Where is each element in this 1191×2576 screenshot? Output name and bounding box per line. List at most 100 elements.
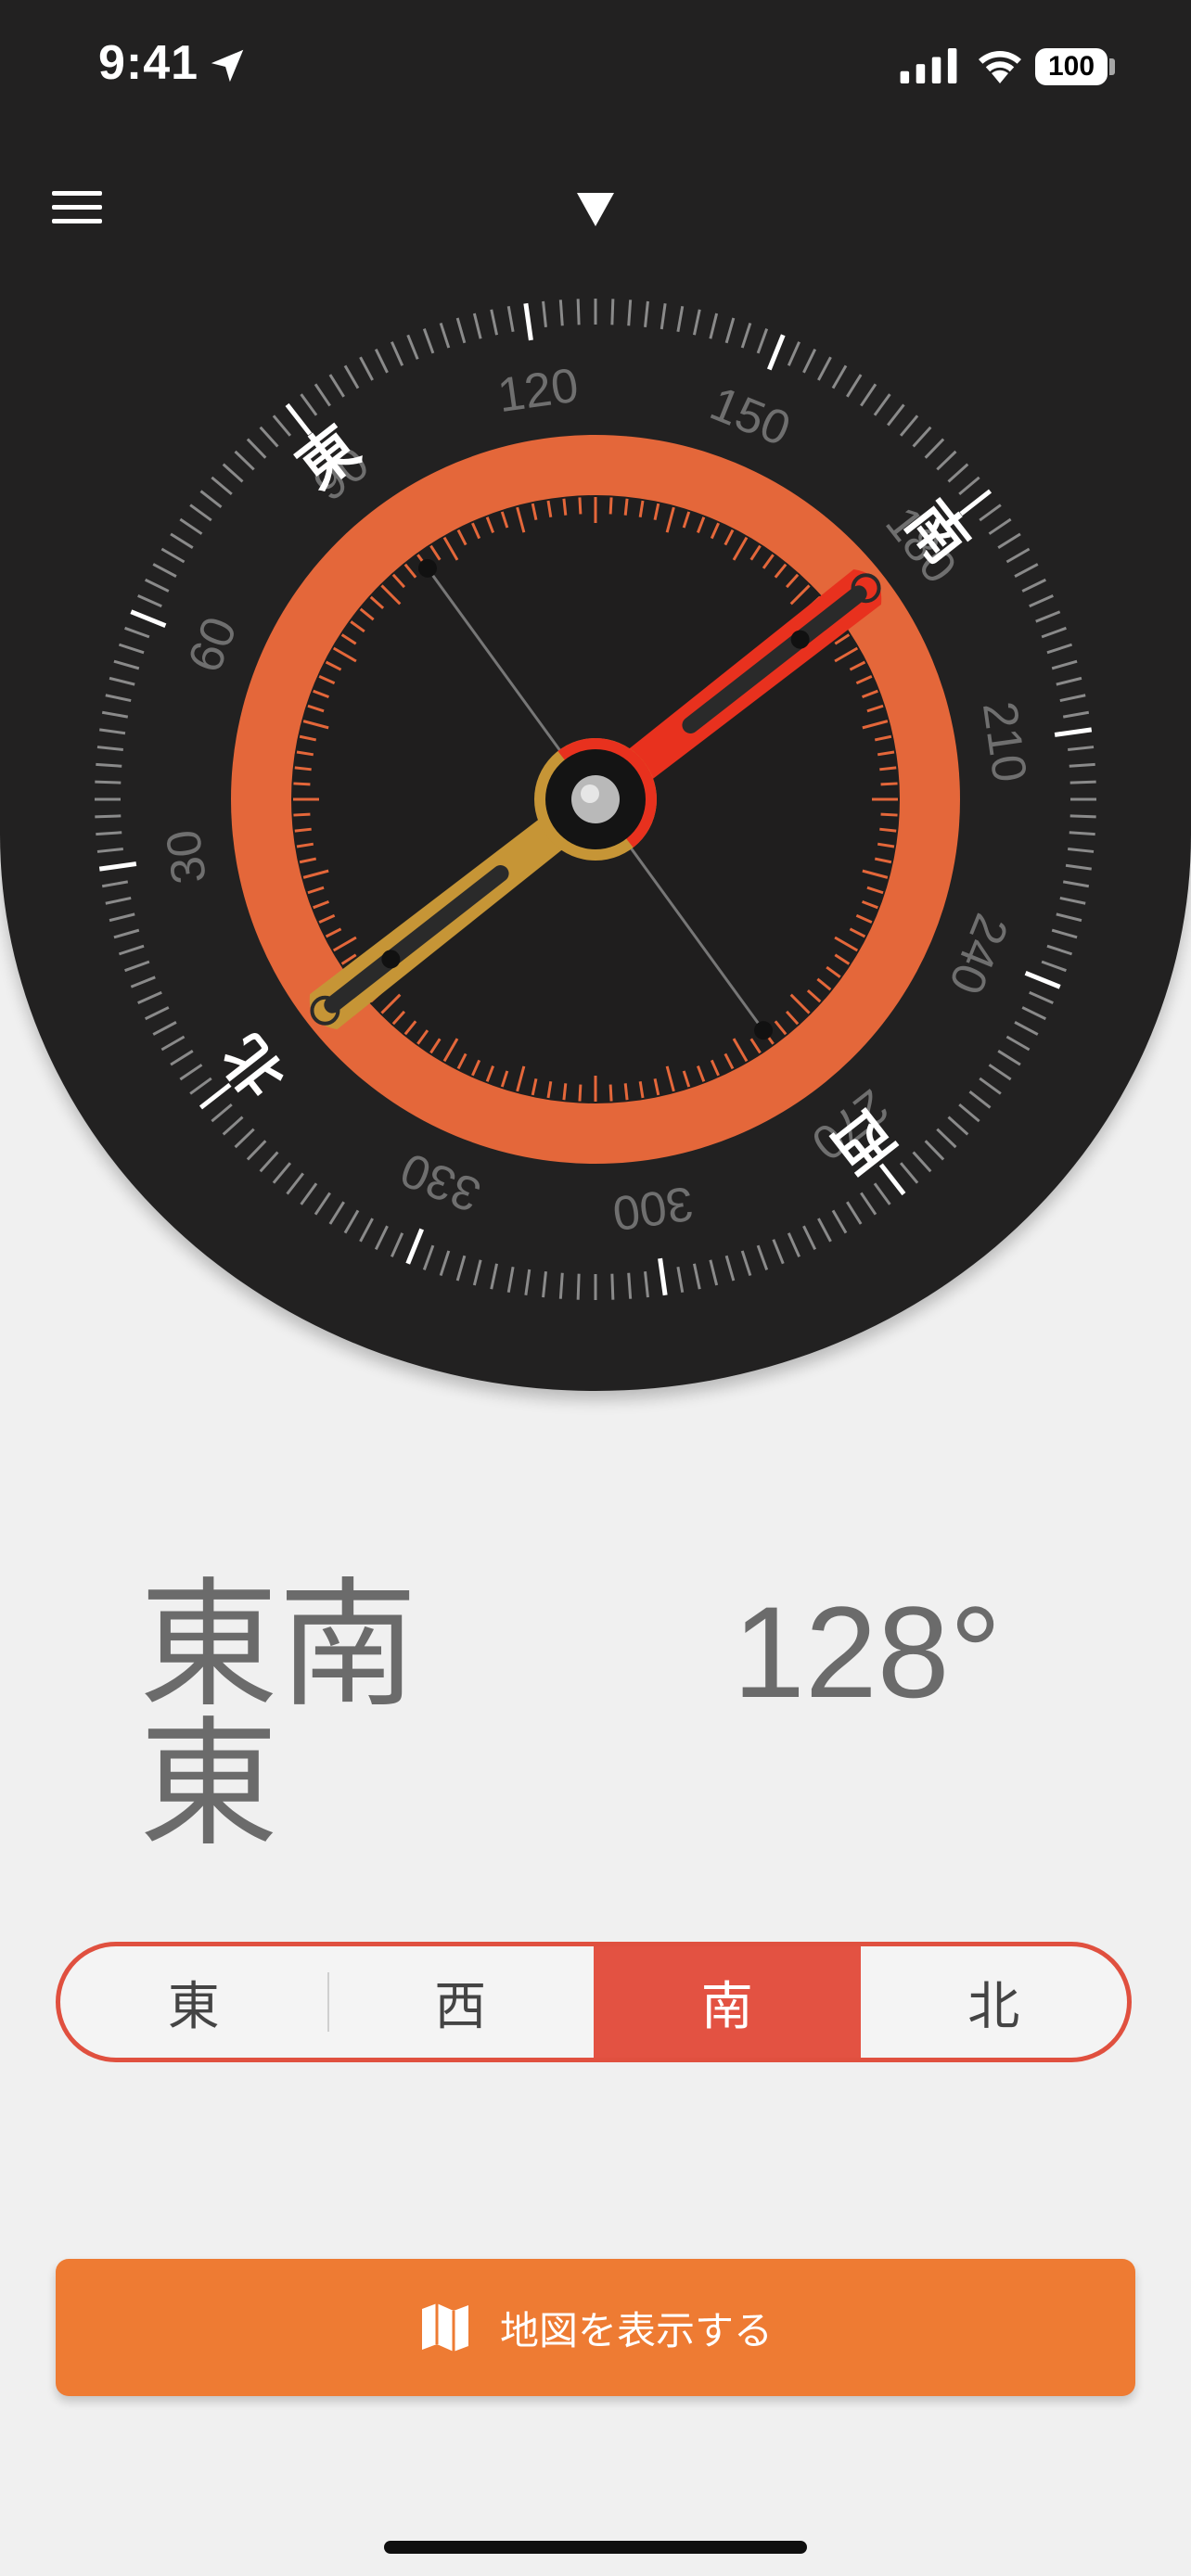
bezel-tick (936, 1128, 957, 1149)
bezel-tick (234, 450, 255, 471)
bezel-tick (472, 312, 482, 339)
bezel-tick (374, 348, 389, 374)
segment-north[interactable]: 北 (861, 1946, 1128, 2058)
degree-tick-label: 120 (494, 359, 582, 424)
compass-dial: 306090120 150180210240270300330北東南西 (95, 299, 1096, 1300)
bezel-tick (660, 303, 667, 330)
bezel-tick (246, 1140, 267, 1161)
degree-readout: 128° (733, 1579, 1002, 1725)
bezel-tick (1029, 593, 1054, 608)
bezel-tick (542, 300, 547, 327)
bezel-tick (831, 1209, 848, 1234)
cardinal-label: 北 (209, 1023, 298, 1110)
bezel-tick (627, 300, 633, 326)
bezel-tick (756, 1244, 769, 1270)
bezel-tick (988, 517, 1012, 535)
bezel-tick (1014, 1021, 1039, 1036)
bezel-tick (899, 414, 919, 437)
bezel-tick (179, 1064, 203, 1081)
bezel-tick (314, 1192, 331, 1216)
bezel-tick (787, 341, 801, 366)
bezel-tick (1069, 831, 1095, 836)
bezel-tick (113, 659, 140, 670)
home-indicator[interactable] (384, 2541, 807, 2554)
bezel-tick (576, 299, 581, 325)
bezel-tick (259, 1151, 279, 1173)
bezel-tick (98, 861, 137, 872)
segment-east[interactable]: 東 (60, 1946, 327, 2058)
bezel-tick (1021, 578, 1047, 593)
bezel-tick (160, 1035, 186, 1052)
bezel-tick (405, 1228, 425, 1265)
bezel-tick (658, 1257, 668, 1296)
bezel-tick (887, 403, 905, 427)
ring-dot (417, 558, 437, 578)
bezel-tick (234, 1128, 255, 1149)
bezel-tick (947, 1116, 969, 1136)
bezel-tick (472, 1259, 482, 1286)
bezel-tick (523, 302, 533, 341)
bezel-tick (676, 305, 685, 333)
show-map-button[interactable]: 地図を表示する (56, 2259, 1135, 2396)
bezel-tick (1029, 990, 1054, 1005)
bezel-tick (137, 990, 162, 1005)
bezel-tick (1069, 762, 1095, 768)
bezel-tick (118, 643, 145, 655)
hub-highlight (581, 784, 599, 803)
bezel-tick (988, 1064, 1012, 1081)
segment-south[interactable]: 南 (594, 1946, 861, 2058)
inner-tick (623, 498, 629, 516)
inner-tick (578, 497, 583, 515)
bezel-tick (1056, 676, 1082, 686)
bezel-tick (1051, 928, 1078, 939)
bezel-tick (160, 547, 186, 564)
bezel-tick (152, 563, 177, 578)
bezel-tick (997, 1050, 1021, 1066)
bezel-tick (1014, 563, 1039, 578)
show-map-label: 地図を表示する (499, 2307, 773, 2353)
bezel-tick (359, 356, 374, 381)
bezel-tick (740, 322, 752, 349)
bezel-tick (1059, 896, 1086, 905)
degree-tick-label: 330 (393, 1141, 488, 1221)
inner-tick (562, 1083, 568, 1101)
bezel-tick (873, 393, 891, 416)
map-icon (421, 2303, 468, 2352)
bezel-tick (1046, 643, 1073, 655)
segment-label: 南 (700, 1976, 753, 2037)
bezel-tick (343, 1209, 360, 1234)
bezel-tick (1005, 547, 1031, 564)
segment-west[interactable]: 西 (327, 1946, 595, 2058)
bezel-tick (627, 1272, 633, 1299)
bezel-tick (99, 728, 126, 735)
bezel-tick (95, 814, 122, 819)
bezel-tick (198, 1082, 232, 1110)
degree-tick-label: 30 (157, 826, 217, 886)
bezel-tick (1054, 727, 1093, 737)
bezel-tick (644, 300, 649, 327)
bezel-tick (286, 1172, 304, 1195)
bezel-tick (272, 1162, 292, 1184)
bezel-tick (692, 1263, 701, 1290)
bezel-tick (756, 328, 769, 354)
bezel-tick (96, 831, 122, 836)
bezel-tick (542, 1271, 547, 1298)
bezel-tick (179, 517, 203, 535)
bezel-tick (152, 1021, 177, 1036)
inner-tick (294, 827, 312, 833)
bezel-tick (692, 309, 701, 336)
bezel-tick (1068, 848, 1095, 853)
bezel-tick (1062, 880, 1090, 888)
bezel-tick (222, 463, 244, 483)
bezel-tick (259, 426, 279, 448)
bezel-tick (246, 438, 267, 459)
bezel-tick (610, 299, 615, 325)
bezel-tick (1005, 1035, 1031, 1052)
bezel-tick (455, 317, 467, 344)
bezel-tick (997, 532, 1021, 549)
bezel-tick (506, 305, 515, 333)
bezel-tick (1024, 970, 1061, 989)
bezel-tick (222, 1116, 244, 1136)
bezel-tick (189, 504, 212, 522)
bezel-tick (959, 489, 992, 516)
